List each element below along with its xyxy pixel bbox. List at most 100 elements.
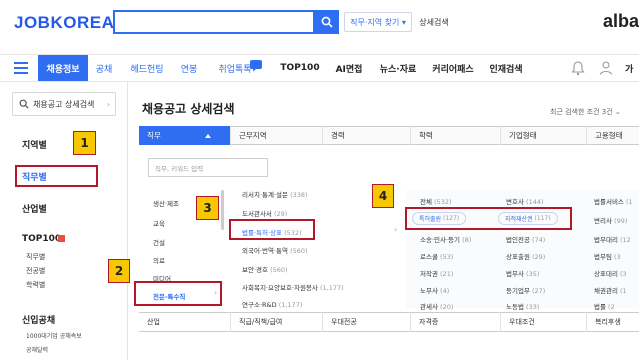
detail-debt-management-count: (1: [620, 287, 627, 295]
nav-talent-search[interactable]: 인재검색: [484, 55, 528, 81]
tab-benefits[interactable]: 복리후생: [587, 312, 639, 332]
tab-certificate[interactable]: 자격증: [411, 312, 501, 332]
sidebar-sub-gongchae-news[interactable]: 1000대기업 공채속보: [26, 331, 82, 340]
detail-trademark-agent[interactable]: 상표대리 (3: [594, 268, 627, 278]
detail-copyright-count: (21): [440, 270, 454, 278]
detail-corporate-law[interactable]: 법인전공 (74): [506, 234, 545, 244]
callout-number-3: 3: [196, 196, 219, 220]
sidebar-item-region[interactable]: 지역별: [22, 138, 47, 151]
nav-recruit-info[interactable]: 채용정보: [38, 55, 88, 81]
tab-preferred-condition[interactable]: 우대조건: [501, 312, 587, 332]
detail-corporate-law-count: (74): [532, 236, 546, 244]
category-medical[interactable]: 의료: [153, 255, 165, 265]
detail-law[interactable]: 법률 (2: [594, 301, 615, 311]
jobkorea-logo[interactable]: JOBKOREA: [14, 13, 114, 33]
nav-top100[interactable]: TOP100: [280, 55, 320, 81]
tab-preferred-major[interactable]: 우대전공: [323, 312, 411, 332]
detail-lawyer-label: 변호사: [506, 198, 524, 206]
category-construction[interactable]: 건설: [153, 237, 165, 247]
search-input[interactable]: [113, 10, 315, 34]
subcat-rnd-label: 연구소·R&D: [242, 301, 277, 309]
sidebar-sub-top100-job[interactable]: 직무별: [26, 252, 45, 262]
tab-industry[interactable]: 산업: [139, 312, 231, 332]
subcat-rnd[interactable]: 연구소·R&D (1,177): [242, 299, 302, 309]
detail-law-count: (2: [608, 303, 615, 311]
detail-legal-team[interactable]: 법무팀 (3: [594, 251, 621, 261]
tab-job[interactable]: 직무: [139, 126, 231, 145]
menu-icon[interactable]: [14, 62, 28, 74]
sidebar-sub-top100-major[interactable]: 전공별: [26, 266, 45, 276]
bell-icon[interactable]: [571, 60, 585, 76]
nav-ai-interview[interactable]: AI면접: [330, 55, 368, 81]
detail-legal-agent[interactable]: 법무대리 (12: [594, 234, 631, 244]
sidebar-sub-gongchae-calendar[interactable]: 공채달력: [26, 345, 48, 354]
detail-litigation[interactable]: 소송·민사·등기 (8): [420, 234, 471, 244]
subcat-social-welfare[interactable]: 사회복지·요양보호·자원봉사 (1,177): [242, 282, 344, 292]
subcat-research[interactable]: 리서치·통계·설문 (338): [242, 189, 308, 199]
tab-education-label: 학력: [419, 131, 433, 140]
detail-all[interactable]: 전체 (532): [420, 196, 452, 206]
recent-search-conditions[interactable]: 최근 검색한 조건 3건 ⌄: [550, 107, 621, 117]
sidebar-sub-top100-edu[interactable]: 학력별: [26, 280, 45, 290]
nav-career-path[interactable]: 커리어패스: [428, 55, 478, 81]
detail-legal-service[interactable]: 법률서비스 (1: [594, 196, 633, 206]
subcat-translation-count: (560): [290, 247, 308, 255]
detail-law-label: 법률: [594, 303, 606, 311]
callout-number-2: 2: [108, 259, 130, 283]
detail-labor-attorney[interactable]: 노무사 (4): [420, 285, 449, 295]
detail-litigation-label: 소송·민사·등기: [420, 236, 461, 244]
detail-copyright-label: 저작권: [420, 270, 438, 278]
user-icon[interactable]: [599, 60, 615, 76]
search-button[interactable]: [315, 10, 339, 34]
tab-job-label: 직무: [147, 131, 161, 140]
tab-company-type[interactable]: 기업형태: [501, 126, 587, 145]
nav-gongchae[interactable]: 공채: [90, 55, 118, 81]
tab-company-type-label: 기업형태: [509, 131, 537, 140]
tab-position-salary-label: 직급/직책/급여: [239, 318, 283, 326]
tab-education[interactable]: 학력: [411, 126, 501, 145]
detail-customs-count: (20): [440, 303, 454, 311]
tab-preferred-condition-label: 우대조건: [509, 318, 535, 326]
subcat-librarian[interactable]: 도서관사서 (29): [242, 208, 287, 218]
category-education[interactable]: 교육: [153, 218, 165, 228]
nav-news[interactable]: 뉴스·자료: [376, 55, 420, 81]
tab-experience[interactable]: 경력: [323, 126, 411, 145]
tab-region[interactable]: 근무지역: [231, 126, 323, 145]
detail-lawyer[interactable]: 변호사 (144): [506, 196, 544, 206]
detail-trademark-label: 상표출원: [506, 253, 530, 261]
detail-legal-agent-count: (12: [620, 236, 631, 244]
subcat-security-label: 보안·경호: [242, 266, 268, 274]
detail-copyright[interactable]: 저작권 (21): [420, 268, 453, 278]
search-icon: [19, 99, 29, 109]
sidebar: [0, 82, 128, 360]
category-scrollbar[interactable]: [221, 190, 224, 230]
detail-search-link[interactable]: 상세검색: [414, 12, 454, 32]
detail-registry[interactable]: 등기업무 (27): [506, 285, 545, 295]
sidebar-item-industry[interactable]: 산업별: [22, 202, 47, 215]
tab-position-salary[interactable]: 직급/직책/급여: [231, 312, 323, 332]
subcat-security[interactable]: 보안·경호 (560): [242, 264, 288, 274]
job-area-finder-button[interactable]: 직무·지역 찾기 ▾: [344, 12, 412, 32]
subcat-translation[interactable]: 외국어·번역·통역 (560): [242, 245, 308, 255]
albamon-logo[interactable]: alba: [603, 11, 639, 32]
detail-labor-attorney-label: 노무사: [420, 287, 438, 295]
callout-box-patent: [405, 207, 572, 230]
detail-judicial-scrivener[interactable]: 법무사 (35): [506, 268, 539, 278]
detail-search-button[interactable]: 채용공고 상세검색 ›: [12, 92, 116, 116]
detail-corporate-law-label: 법인전공: [506, 236, 530, 244]
category-production[interactable]: 생산·제조: [153, 198, 179, 208]
detail-law-school[interactable]: 로스쿨 (53): [420, 251, 453, 261]
chevron-right-icon: ›: [106, 99, 110, 109]
tab-employment-type[interactable]: 고용형태: [587, 126, 639, 145]
sidebar-item-top100[interactable]: TOP100: [22, 234, 61, 244]
nav-extra[interactable]: 가: [625, 62, 633, 75]
detail-debt-management[interactable]: 채권관리 (1: [594, 285, 627, 295]
sidebar-item-gongchae[interactable]: 신입공채: [22, 313, 55, 326]
job-keyword-input[interactable]: 직무, 키워드 입력: [148, 158, 268, 177]
detail-customs[interactable]: 관세사 (20): [420, 301, 453, 311]
detail-trademark[interactable]: 상표출원 (29): [506, 251, 545, 261]
nav-headhunting[interactable]: 헤드헌팅: [126, 55, 168, 81]
nav-salary[interactable]: 연봉: [175, 55, 203, 81]
detail-patent-attorney[interactable]: 변리사 (99): [594, 215, 627, 225]
detail-labor-law[interactable]: 노동법 (33): [506, 301, 539, 311]
